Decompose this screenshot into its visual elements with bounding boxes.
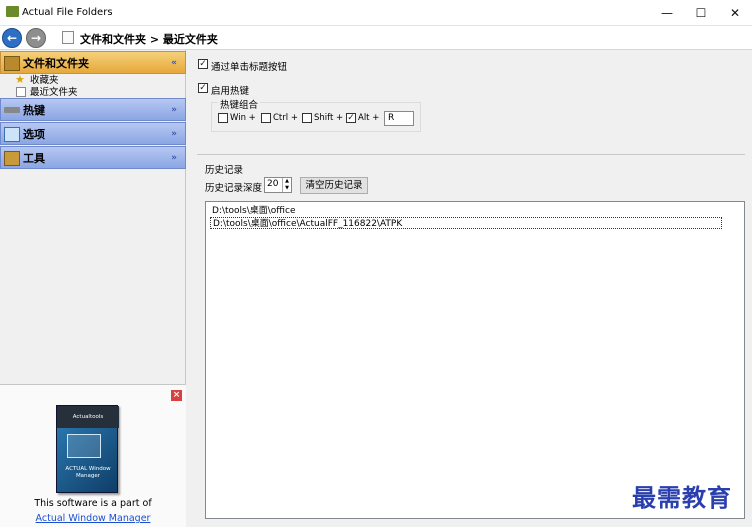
win-modifier-checkbox[interactable] <box>218 113 228 123</box>
group-label: 工具 <box>23 152 45 165</box>
back-arrow-icon[interactable]: ← <box>2 28 22 48</box>
ctrl-modifier-label: Ctrl + <box>273 113 298 123</box>
group-label: 热键 <box>23 104 45 117</box>
expand-chevron-icon[interactable]: » <box>171 147 177 170</box>
product-name: ACTUAL Window Manager <box>65 466 111 479</box>
alt-modifier-label: Alt + <box>358 113 380 123</box>
sidebar-item-favorites[interactable]: ★ 收藏夹 <box>15 74 59 86</box>
toolbar: ← → 文件和文件夹 > 最近文件夹 <box>0 26 752 50</box>
shift-modifier-label: Shift + <box>314 113 344 123</box>
folder-icon <box>4 56 20 71</box>
clear-history-button[interactable]: 清空历史记录 <box>300 177 368 194</box>
star-icon: ★ <box>15 73 25 86</box>
hotkey-key-input[interactable]: R <box>384 111 414 126</box>
maximize-button[interactable]: ☐ <box>684 0 718 26</box>
group-files-and-folders[interactable]: 文件和文件夹 « <box>0 51 186 74</box>
sidebar-item-label: 最近文件夹 <box>30 87 78 98</box>
history-section-title: 历史记录 <box>205 165 244 176</box>
close-promo-icon[interactable]: × <box>171 390 182 401</box>
sidebar-item-recent-folders[interactable]: 最近文件夹 <box>16 87 78 98</box>
minimize-button[interactable]: — <box>650 0 684 26</box>
window-title: Actual File Folders <box>22 7 113 18</box>
list-item[interactable]: D:\tools\桌面\office <box>210 205 722 217</box>
spin-arrows-icon[interactable]: ▲ ▼ <box>282 178 291 192</box>
expand-chevron-icon[interactable]: » <box>171 123 177 146</box>
tools-icon <box>4 151 20 166</box>
expand-chevron-icon[interactable]: » <box>171 99 177 122</box>
history-depth-stepper[interactable]: 20 ▲ ▼ <box>264 177 292 193</box>
options-icon <box>4 127 20 142</box>
recent-folder-icon <box>16 87 26 97</box>
app-folder-icon <box>6 6 19 17</box>
group-options[interactable]: 选项 » <box>0 122 186 145</box>
group-tools[interactable]: 工具 » <box>0 146 186 169</box>
enable-hotkey-label: 启用热键 <box>211 86 250 97</box>
product-box-image: Actualtools ACTUAL Window Manager <box>56 405 119 493</box>
forward-arrow-icon[interactable]: → <box>26 28 46 48</box>
history-list[interactable]: D:\tools\桌面\office D:\tools\桌面\office\Ac… <box>205 201 745 519</box>
close-button[interactable]: ✕ <box>718 0 752 26</box>
keyboard-icon <box>4 107 20 113</box>
group-label: 选项 <box>23 128 45 141</box>
group-label: 文件和文件夹 <box>23 57 89 70</box>
history-depth-value: 20 <box>267 179 279 189</box>
watermark-text: 最需教育 <box>632 483 732 512</box>
product-brand: Actualtools <box>57 406 119 428</box>
title-bar: Actual File Folders — ☐ ✕ <box>0 0 752 26</box>
collapse-chevron-icon[interactable]: « <box>171 52 177 75</box>
list-item[interactable]: D:\tools\桌面\office\ActualFF_116822\ATPK <box>210 217 722 229</box>
shift-modifier-checkbox[interactable] <box>302 113 312 123</box>
group-hotkeys[interactable]: 热键 » <box>0 98 186 121</box>
sidebar-item-label: 收藏夹 <box>30 75 59 86</box>
window-graphic <box>67 434 101 458</box>
breadcrumb: 文件和文件夹 > 最近文件夹 <box>80 33 218 46</box>
recent-folder-icon <box>62 31 74 44</box>
hotkey-combo-label: 热键组合 <box>218 97 261 111</box>
ctrl-modifier-checkbox[interactable] <box>261 113 271 123</box>
promo-link[interactable]: Actual Window Manager <box>0 513 186 524</box>
divider <box>197 154 745 155</box>
enable-hotkey-checkbox[interactable]: ✓ <box>198 83 208 93</box>
pass-title-buttons-checkbox[interactable]: ✓ <box>198 59 208 69</box>
promo-text: This software is a part of <box>34 498 152 509</box>
alt-modifier-checkbox[interactable]: ✓ <box>346 113 356 123</box>
pass-title-buttons-label: 通过单击标题按钮 <box>211 62 288 73</box>
history-depth-label: 历史记录深度 <box>205 183 263 194</box>
win-modifier-label: Win + <box>230 113 256 123</box>
